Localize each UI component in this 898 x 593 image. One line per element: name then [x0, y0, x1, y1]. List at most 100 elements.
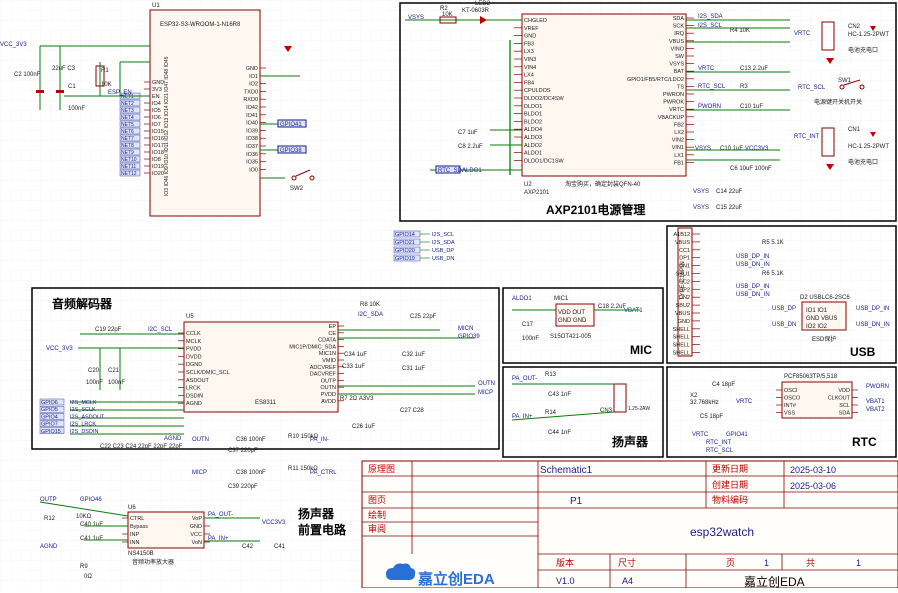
r8-label: R8 10K: [360, 302, 380, 308]
vsys-net-axp: VSYS: [408, 15, 424, 21]
esp-net-4: NET5: [121, 122, 134, 128]
rtc-title: RTC: [852, 435, 877, 449]
axp-right-pin-label-8: GPIO1/FB5/RTC/LDO2: [627, 77, 684, 83]
rtc-left-pin-label-0: OSCI: [784, 388, 798, 394]
r6-label: R6 5.1K: [762, 271, 784, 277]
axp-right-pin-label-14: FB2: [674, 122, 684, 128]
schematic-canvas: U1 ESP32-S3-WROOM-1-N16R8 GND3V3ENIO4IO5…: [0, 0, 898, 589]
esp32-left-pin-label-12: IO19: [152, 164, 164, 170]
axp-right-pin-label-7: BAT: [674, 69, 685, 75]
axp-left-pin-label-5: VIN3: [524, 57, 536, 63]
tb-version: V1.0: [556, 576, 575, 586]
esd-caption: ESD保护: [812, 335, 836, 343]
mic-part: S15OT421-005: [550, 334, 592, 340]
codec-left-pin-label-5: SCLK/DMIC_SCL: [186, 370, 230, 376]
esp32-left-pin-label-9: IO17: [152, 143, 164, 149]
tb-v21: 2025-03-06: [790, 481, 836, 491]
tb-k21: 创建日期: [712, 479, 748, 490]
c22-24-labels: C22 C23 C24 22pF 22pF 22pF: [100, 444, 183, 450]
axp-right-pin-label-12: VRTC: [669, 107, 684, 113]
usb-dp-in-1: USB_DP_IN: [736, 254, 769, 260]
agnd-codec: AGND: [164, 436, 182, 442]
esp32-left-pin-label-13: IO20: [152, 171, 164, 177]
spk-pa-out-plus: PA_OUT-: [512, 376, 537, 382]
axp-body[interactable]: [521, 13, 687, 177]
rtc-left-pin-label-3: VSS: [784, 411, 795, 417]
amp-left-pin-label-3: INN: [130, 540, 140, 546]
vsys-c15: VSYS: [693, 205, 709, 211]
esp32-right-pin-label-9: IO38: [246, 136, 258, 142]
r4-label: R4 10K: [730, 28, 750, 34]
axp-left-pin-label-8: FB4: [524, 80, 534, 86]
mid-gpio-0: GPIO14: [395, 232, 415, 238]
r12-label: R12: [44, 516, 56, 522]
tb-size-label: 尺寸: [618, 557, 636, 568]
usb-pin-label-7: DP2: [679, 287, 690, 293]
rtc-sda: VBAT2: [866, 407, 885, 413]
c6-label: C6 10uF 100nF: [730, 166, 772, 172]
rtc-right-label-1: CLKOUT: [828, 396, 851, 402]
title-block: 原理图 Schematic1 更新日期 2025-03-10 创建日期 2025…: [361, 460, 898, 589]
esp-net-11: NET12: [121, 171, 137, 177]
esp32-right-pin-label-4: RXD0: [243, 97, 258, 103]
tb-of-label: 共: [806, 558, 815, 568]
axp-right-pin-label-19: FB1: [674, 160, 684, 166]
axp-right-pin-label-4: VINO: [671, 46, 685, 52]
c20-label: C20: [88, 368, 100, 374]
rtc-part: PCF85063TP/5,518: [784, 374, 838, 380]
cn2-part: HC-1.25-2PWT: [848, 32, 889, 38]
codec-right-pin-label-6: ADCVREF: [310, 365, 337, 371]
axp-ref: U2: [524, 182, 532, 188]
x2-label: X2: [690, 393, 698, 399]
esp32-right-pin-label-0: GND: [246, 66, 258, 72]
codec-left-pin-label-9: AGND: [186, 401, 202, 407]
axp-right-pin-label-9: TS: [677, 84, 684, 90]
rtc-left-pin-label-2: INT#: [784, 403, 797, 409]
codec-left-pin-label-3: DVDD: [186, 354, 202, 360]
cn1-vbat2: RTC_INT: [794, 134, 820, 140]
vsys-c14: VSYS: [693, 189, 709, 195]
usb-pin-label-0: A1B12: [673, 232, 690, 238]
codec-i2s-0: I2S_MCLK: [70, 400, 97, 406]
codec-left-pin-label-2: PVDD: [186, 347, 201, 353]
usb-pin-label-14: SHELL: [673, 343, 690, 349]
axp-left-pin-label-4: LX3: [524, 49, 534, 55]
axp-right-pin-label-16: VIN2: [672, 138, 684, 144]
amp-left-pin-label-0: CTRL: [130, 516, 144, 522]
esd-usb-dn-in: USB_DN_IN: [856, 322, 890, 328]
cn2-caption: 电池充电口: [848, 46, 878, 54]
codec-gpio-1: GPIO5: [41, 407, 58, 413]
usb-pin-label-3: DP1: [679, 256, 690, 262]
r12-value: 10KΩ: [76, 514, 92, 520]
axp-right-pin-label-5: SW: [675, 54, 685, 60]
tb-k22: 物料编码: [712, 494, 748, 505]
mic-pins-2: GND GND: [558, 318, 587, 324]
esp32-left-pin-label-2: EN: [152, 94, 160, 100]
r9-value: 0Ω: [84, 574, 92, 580]
tb-size: A4: [622, 576, 633, 586]
c37-label: C37 220pF: [228, 448, 258, 454]
cn3-part: 1.25-2AW: [628, 406, 650, 412]
usb-pin-label-2: CC1: [679, 248, 690, 254]
c25-label: C25 22pF: [410, 314, 437, 320]
speaker-title: 扬声器: [612, 434, 649, 449]
led2-label: LED2: [475, 1, 491, 7]
amp-sub: 音频功率放大器: [132, 558, 174, 566]
codec-i2c-sda: I2C_SCL: [148, 327, 173, 333]
axp-left-pin-label-11: DLDO1: [524, 104, 542, 110]
esd-usb-dn: USB_DN: [772, 322, 796, 328]
axp-vbat1-net: VRTC: [698, 66, 715, 72]
axp-left-pin-label-1: VREF: [524, 26, 539, 32]
mid-sig-3: USB_DN: [432, 256, 454, 262]
c3-label: 22uF C3: [52, 66, 76, 72]
codec-right-pin-label-0: EP: [329, 324, 337, 330]
esd-pins-1: IO1 IO1: [806, 308, 828, 314]
axp-right-pin-label-15: LX2: [674, 130, 684, 136]
axp-right-pin-label-11: PWROK: [663, 100, 684, 106]
codec-right-pin-label-9: OUTN: [320, 385, 336, 391]
tb-total: 1: [856, 558, 861, 568]
axp-vrtc-net: PWORN: [698, 104, 721, 110]
esp32-ref: U1: [152, 3, 160, 9]
codec-right-pin-label-10: PVDD: [321, 392, 336, 398]
usb-pin-label-11: GND: [678, 319, 690, 325]
